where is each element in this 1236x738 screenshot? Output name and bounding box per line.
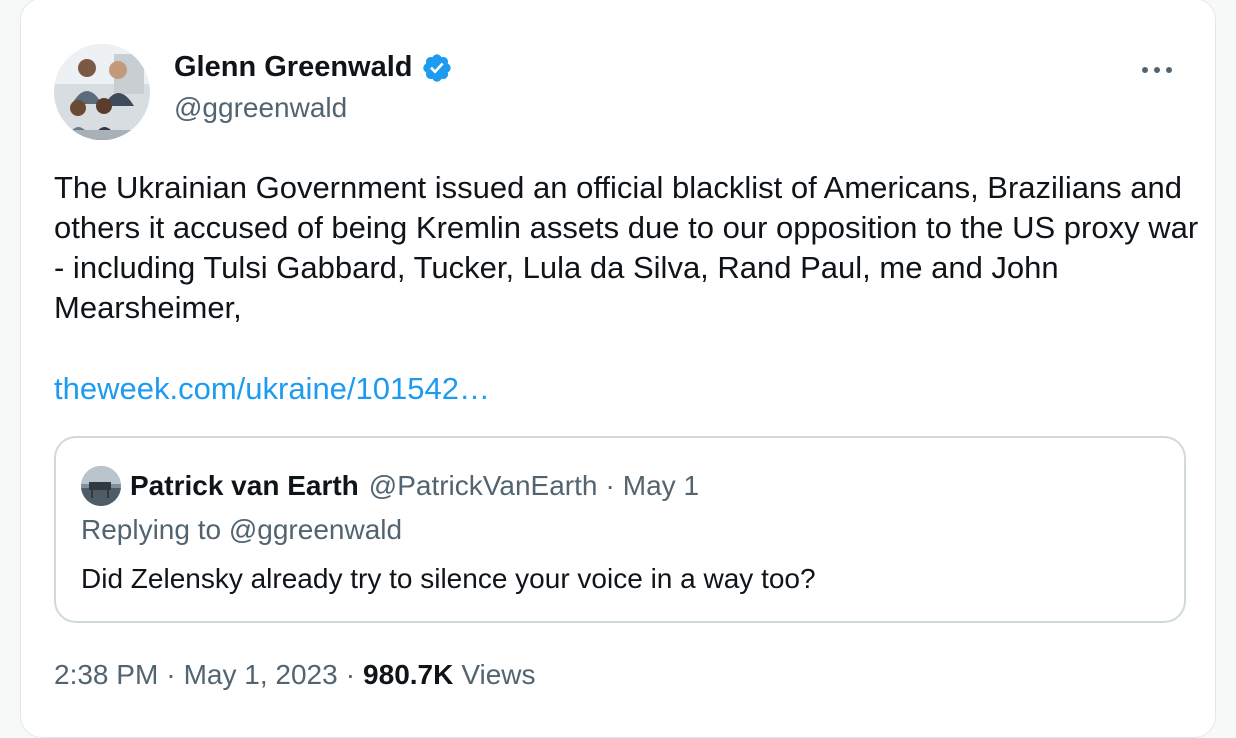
tweet-meta: 2:38 PM · May 1, 2023 · 980.7K Views (54, 659, 536, 691)
tweet-link[interactable]: theweek.com/ukraine/101542… (54, 369, 490, 409)
quote-author-avatar[interactable] (81, 466, 121, 506)
more-options-button[interactable] (1137, 55, 1177, 85)
views-count: 980.7K (363, 659, 454, 690)
author-handle[interactable]: @ggreenwald (174, 92, 347, 124)
quote-replying-to: Replying to @ggreenwald (81, 514, 403, 545)
quote-author-name[interactable]: Patrick van Earth (130, 470, 359, 502)
quote-text: Did Zelensky already try to silence your… (81, 563, 816, 594)
verified-badge-icon[interactable] (421, 52, 453, 84)
quoted-tweet[interactable]: Patrick van Earth @PatrickVanEarth · May… (54, 436, 1186, 623)
meta-separator: · (345, 659, 356, 690)
tweet-date[interactable]: May 1, 2023 (184, 659, 338, 691)
tweet-card: Glenn Greenwald @ggreenwald The Ukrainia… (20, 0, 1216, 738)
tweet-text: The Ukrainian Government issued an offic… (54, 170, 1199, 325)
meta-separator: · (166, 659, 176, 690)
quote-date[interactable]: May 1 (623, 470, 699, 502)
more-horizontal-icon (1142, 67, 1172, 73)
views-label: Views (461, 659, 536, 690)
tweet-time[interactable]: 2:38 PM (54, 659, 158, 691)
author-avatar[interactable] (54, 44, 150, 140)
quote-author-handle[interactable]: @PatrickVanEarth (369, 470, 598, 502)
author-name[interactable]: Glenn Greenwald (174, 51, 453, 84)
quote-header: Patrick van Earth @PatrickVanEarth · May… (81, 466, 699, 506)
quote-separator: · (605, 470, 615, 501)
author-name-text[interactable]: Glenn Greenwald (174, 51, 413, 84)
